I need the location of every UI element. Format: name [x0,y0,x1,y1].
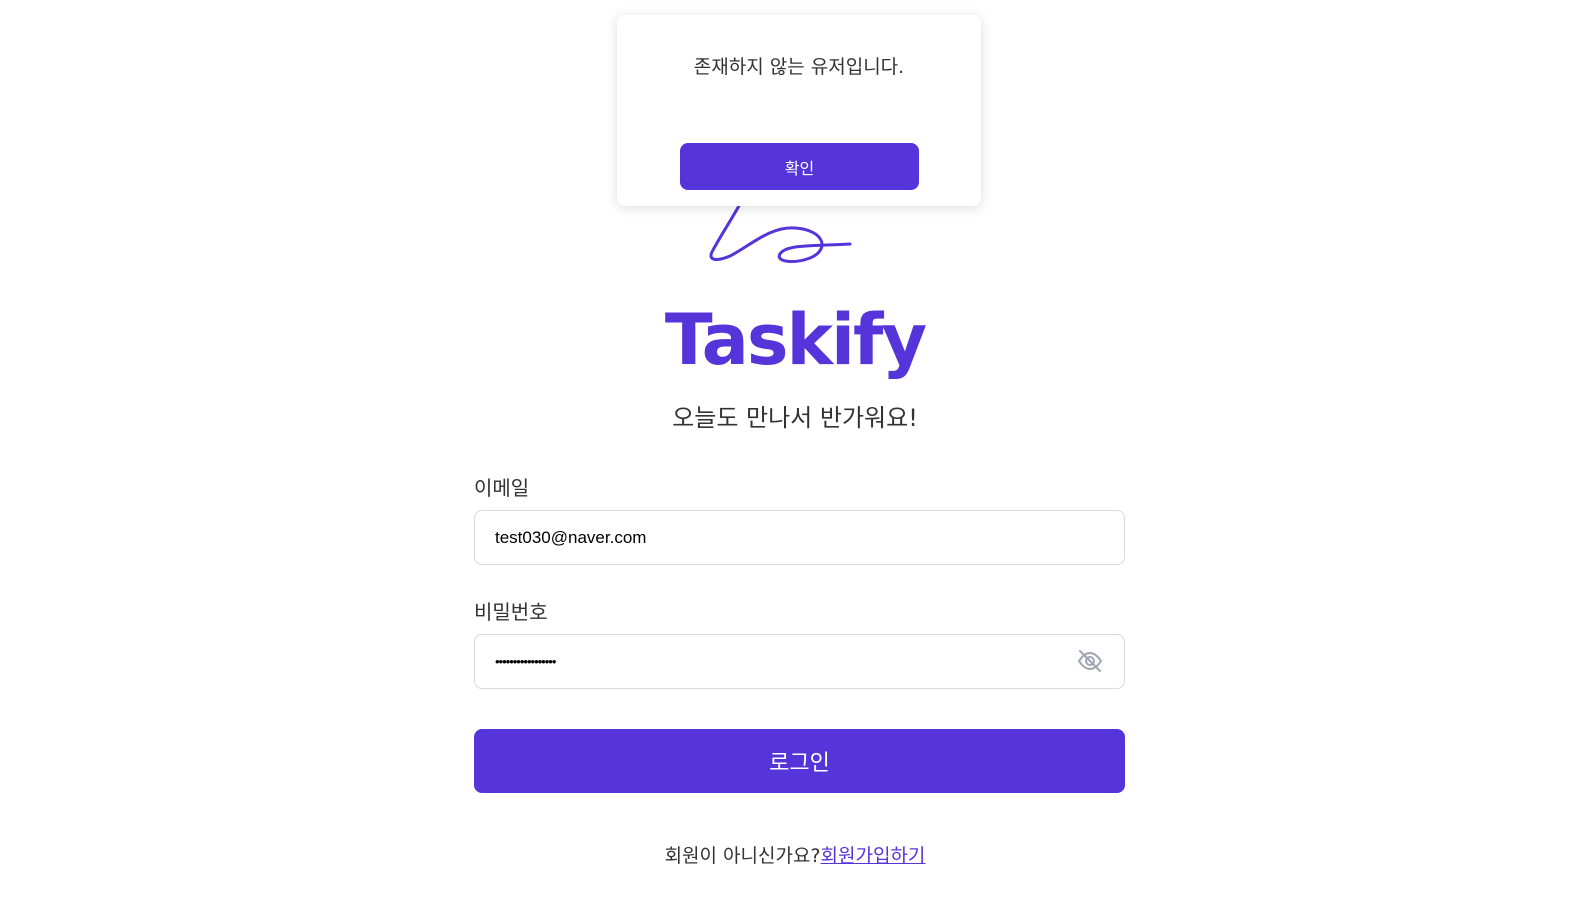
eye-off-icon[interactable] [1076,647,1104,675]
modal-message: 존재하지 않는 유저입니다. [693,56,905,78]
login-form: 이메일 비밀번호 ••••••••••••••••• 로그인 [474,474,1125,793]
login-button[interactable]: 로그인 [474,729,1125,793]
password-field-box: ••••••••••••••••• [474,634,1125,689]
password-label: 비밀번호 [474,600,548,624]
signup-prompt-text: 회원이 아니신가요? [664,845,821,867]
error-modal: 존재하지 않는 유저입니다. 확인 [617,15,981,206]
signup-prompt: 회원이 아니신가요?회원가입하기 [0,842,1590,870]
login-page: Taskify 오늘도 만나서 반가워요! 이메일 비밀번호 •••••••••… [0,0,1590,898]
brand-wordmark: Taskify [664,299,927,381]
signup-link[interactable]: 회원가입하기 [821,845,926,867]
welcome-tagline: 오늘도 만나서 반가워요! [672,404,918,432]
email-input[interactable] [475,511,1124,564]
email-label: 이메일 [474,476,530,500]
modal-confirm-button[interactable]: 확인 [680,143,919,190]
email-field-box [474,510,1125,565]
logo-swirl-icon [709,202,852,263]
password-input[interactable]: ••••••••••••••••• [495,635,556,688]
